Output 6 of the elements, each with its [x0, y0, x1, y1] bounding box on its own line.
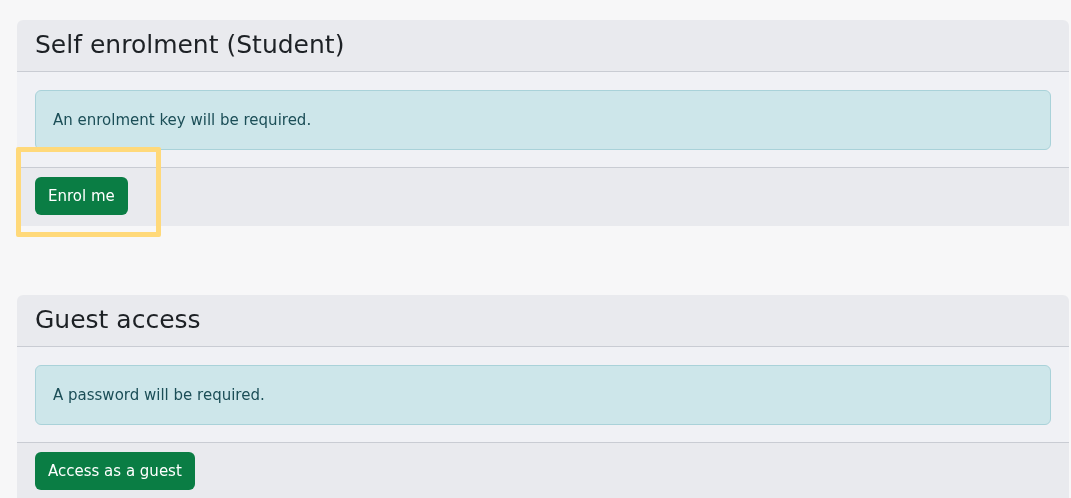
card-title: Guest access [17, 295, 1069, 347]
card-title: Self enrolment (Student) [17, 20, 1069, 72]
info-alert: A password will be required. [35, 365, 1051, 425]
info-alert: An enrolment key will be required. [35, 90, 1051, 150]
action-button[interactable]: Access as a guest [35, 452, 195, 490]
action-button[interactable]: Enrol me [35, 177, 128, 215]
